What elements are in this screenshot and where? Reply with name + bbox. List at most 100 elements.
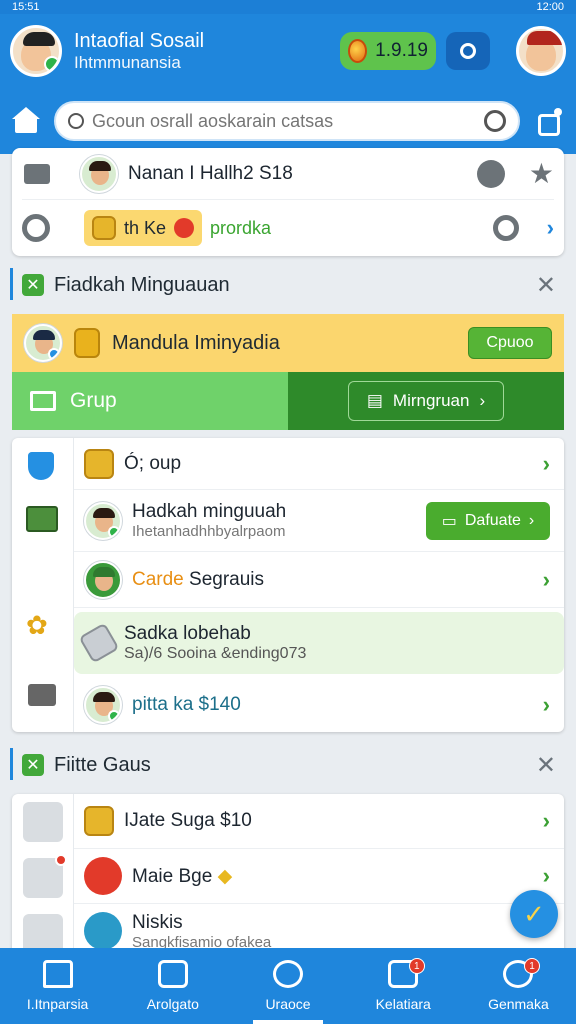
tab-genmaka[interactable]: 1 Genmaka [461, 948, 576, 1024]
chevron-right-icon[interactable]: › [543, 451, 550, 477]
section-header-1: ✕ Fiadkah Minguauan ✕ [0, 256, 576, 314]
item-avatar [84, 560, 122, 599]
item-title: Maie Bge [132, 865, 213, 887]
tab-label: I.Itnparsia [26, 996, 89, 1012]
tab-home[interactable]: I.Itnparsia [0, 948, 115, 1024]
edit-fab[interactable]: ✓ [510, 890, 558, 938]
star-icon[interactable]: ★ [529, 159, 554, 188]
chevron-right-icon[interactable]: › [547, 215, 554, 241]
dollar-icon [84, 857, 122, 895]
friend-avatar[interactable] [516, 26, 566, 76]
chevron-right-icon: › [479, 391, 486, 410]
group-tab[interactable]: Grup [12, 372, 288, 430]
top-card-row-1[interactable]: Nanan I Hallh2 S18 ★ [22, 148, 554, 200]
status-bar: 15:51 12:00 [0, 0, 576, 14]
header-titles: Intaofial Sosail Ihtmmunansia [74, 29, 340, 73]
tab-label: Arolgato [146, 996, 199, 1012]
search-bar[interactable] [54, 101, 520, 141]
coin-value: 1.9.19 [375, 40, 428, 61]
online-badge [44, 56, 59, 72]
house-icon[interactable] [28, 684, 56, 706]
globe-icon [84, 912, 122, 950]
banner-button[interactable]: Cpuoo [468, 327, 552, 359]
x-app-icon: ✕ [22, 274, 44, 296]
shield-icon[interactable] [28, 452, 54, 480]
doc-icon: ▤ [366, 391, 383, 410]
banner-text: Mandula Iminyadia [112, 331, 280, 354]
chevron-right-icon[interactable]: › [543, 692, 550, 718]
user-avatar [80, 154, 118, 193]
list-item[interactable]: pitta ka $140 › [74, 678, 564, 732]
spiral-icon [22, 214, 50, 242]
yellow-banner[interactable]: Mandula Iminyadia Cpuoo [12, 314, 564, 372]
item-title: Hadkah minguuah [132, 501, 287, 522]
camera-icon [273, 960, 303, 988]
calendar-icon [157, 960, 188, 988]
dafuate-label: Dafuate [464, 511, 521, 529]
promo-chip[interactable]: th Ke [84, 210, 203, 246]
chevron-right-icon[interactable]: › [543, 808, 550, 834]
list-item[interactable]: Hadkah minguuah Ihetanhadhhbyalrpaom ▭ D… [74, 490, 564, 552]
crate-icon [84, 806, 114, 836]
profile-avatar[interactable] [10, 25, 62, 77]
search-input[interactable] [92, 110, 476, 132]
sparkle-icon[interactable]: ✿ [26, 610, 48, 641]
top-card: Nanan I Hallh2 S18 ★ th Ke prordka › [12, 148, 564, 256]
status-right: 12:00 [536, 1, 564, 13]
coin-balance[interactable]: 1.9.19 [340, 32, 436, 70]
scan-icon[interactable] [484, 110, 506, 132]
list-item[interactable]: Carde Segrauis › [74, 552, 564, 608]
search-icon [68, 113, 84, 129]
mingruan-button[interactable]: ▤ Mirngruan › [348, 381, 504, 421]
list-item[interactable]: Maie Bge ◆ › [74, 849, 564, 904]
split-right: ▤ Mirngruan › [288, 372, 564, 430]
bottom-nav: I.Itnparsia Arolgato Uraoce 1 Kelatiara … [0, 948, 576, 1024]
tab-label: Uraoce [265, 996, 311, 1012]
tab-label: Kelatiara [375, 996, 431, 1012]
promo-b: prordka [210, 217, 272, 238]
circle-icon [460, 43, 476, 59]
tv-thumb[interactable] [22, 854, 67, 898]
list-item[interactable]: IJate Suga $10 › [74, 794, 564, 849]
chest-icon [92, 216, 116, 240]
app-title: Intaofial Sosail [74, 30, 205, 52]
coin-icon [74, 328, 100, 358]
settings-icon[interactable] [492, 215, 519, 241]
chevron-right-icon[interactable]: › [543, 567, 550, 593]
tv-icon [22, 159, 52, 189]
tab-arolgato[interactable]: Arolgato [115, 948, 230, 1024]
item-title-highlight: Carde [132, 568, 184, 590]
top-card-row-2[interactable]: th Ke prordka › [22, 200, 554, 256]
section-header-2: ✕ Fiitte Gaus ✕ [0, 736, 576, 794]
chest-thumb[interactable] [22, 802, 63, 842]
item-title: IJate Suga $10 [124, 810, 252, 831]
diamond-icon: ◆ [217, 865, 233, 887]
home-icon[interactable] [12, 107, 40, 135]
mingruan-label: Mirngruan [392, 391, 470, 410]
x-app-icon: ✕ [22, 754, 44, 776]
dafuate-button[interactable]: ▭ Dafuate › [426, 501, 550, 540]
monitor-icon[interactable] [26, 506, 58, 532]
item-title: Sadka lobehab [124, 623, 251, 644]
status-time: 15:51 [12, 1, 40, 13]
close-icon[interactable]: ✕ [536, 271, 556, 300]
camera-icon[interactable] [476, 159, 505, 188]
tab-kelatiara[interactable]: 1 Kelatiara [346, 948, 461, 1024]
chevron-right-icon[interactable]: › [543, 863, 550, 889]
puzzle-icon[interactable] [534, 108, 564, 136]
item-title: Segrauis [189, 568, 265, 590]
record-button[interactable] [446, 32, 490, 70]
tab-label: Genmaka [488, 996, 549, 1012]
notification-badge: 1 [524, 958, 541, 974]
item-title: pitta ka $140 [132, 694, 241, 715]
card-icon: ▭ [441, 512, 457, 530]
tab-uraoce[interactable]: Uraoce [230, 948, 345, 1024]
gift-icon [174, 218, 195, 238]
top-header: Intaofial Sosail Ihtmmunansia 1.9.19 [0, 14, 576, 88]
list-item[interactable]: Ó; oup › [74, 438, 564, 490]
search-row [0, 88, 576, 154]
list-item-highlight[interactable]: Sadka lobehab Sa)/6 Sooina &ending073 [74, 612, 564, 674]
gem-icon [348, 39, 368, 63]
banner-avatar [24, 324, 62, 362]
close-icon[interactable]: ✕ [536, 751, 556, 780]
